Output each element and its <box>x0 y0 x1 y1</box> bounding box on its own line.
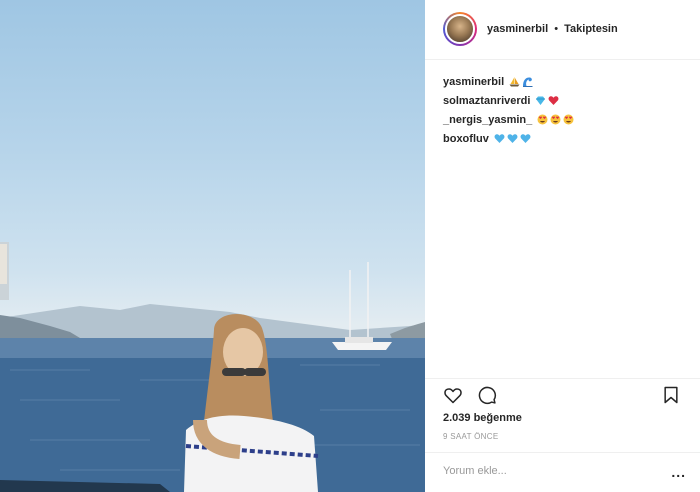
timestamp[interactable]: 9 SAAT ÖNCE <box>443 432 498 441</box>
add-comment-bar: ... <box>425 452 700 492</box>
list-item: _nergis_yasmin_ <box>443 110 693 129</box>
post-photo[interactable] <box>0 0 425 492</box>
more-options-button[interactable]: ... <box>671 464 686 480</box>
like-count[interactable]: 2.039 beğenme <box>443 412 522 424</box>
list-item: boxofluv <box>443 129 693 148</box>
bookmark-icon <box>664 386 678 404</box>
heart-eyes-emoji-icon <box>537 114 548 125</box>
blue-heart-emoji-icon <box>494 133 505 144</box>
comment-input[interactable] <box>443 463 643 479</box>
like-button[interactable] <box>443 385 463 405</box>
list-item: yasminerbil <box>443 72 693 91</box>
username-link[interactable]: yasminerbil <box>487 23 548 35</box>
save-button[interactable] <box>661 385 681 405</box>
post-header: yasminerbil • Takiptesin <box>425 0 700 60</box>
comment-username[interactable]: yasminerbil <box>443 76 504 88</box>
heart-eyes-emoji-icon <box>550 114 561 125</box>
red-heart-emoji-icon <box>548 95 559 106</box>
comment-username[interactable]: solmaztanriverdi <box>443 95 530 107</box>
gem-emoji-icon <box>535 95 546 106</box>
action-bar <box>425 378 700 408</box>
comment-list: yasminerbil solmaztanriverdi _nergis_yas… <box>443 72 693 148</box>
follow-status[interactable]: Takiptesin <box>564 23 618 35</box>
photo-scene <box>0 242 425 492</box>
comment-username[interactable]: _nergis_yasmin_ <box>443 114 532 126</box>
list-item: solmaztanriverdi <box>443 91 693 110</box>
wave-emoji-icon <box>522 76 533 87</box>
post-panel: yasminerbil • Takiptesin yasminerbil sol… <box>425 0 700 492</box>
comment-username[interactable]: boxofluv <box>443 133 489 145</box>
blue-heart-emoji-icon <box>507 133 518 144</box>
header-text: yasminerbil • Takiptesin <box>487 23 618 35</box>
avatar[interactable] <box>443 12 477 46</box>
comment-icon <box>478 386 497 405</box>
heart-eyes-emoji-icon <box>563 114 574 125</box>
separator: • <box>554 23 559 35</box>
heart-icon <box>444 388 462 404</box>
comment-button[interactable] <box>477 385 497 405</box>
blue-heart-emoji-icon <box>520 133 531 144</box>
sailboat-emoji-icon <box>509 76 520 87</box>
